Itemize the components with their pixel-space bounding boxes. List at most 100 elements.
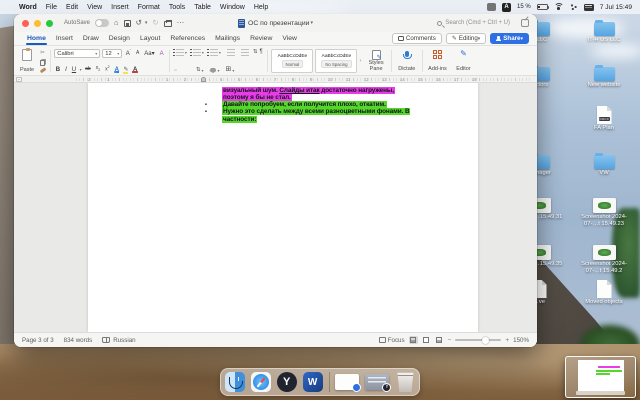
- menu-item-table[interactable]: Table: [194, 4, 211, 11]
- style-no-spacing[interactable]: AaBbCcDdEe No Spacing: [315, 49, 358, 73]
- comments-button[interactable]: Comments: [391, 33, 442, 44]
- display-icon[interactable]: [583, 3, 594, 11]
- web-layout-view-button[interactable]: [435, 336, 444, 344]
- subscript-button[interactable]: x2: [94, 66, 101, 73]
- desktop-icon[interactable]: Moved objects: [577, 280, 631, 306]
- page-indicator[interactable]: Page 3 of 3: [22, 337, 54, 344]
- justify-button[interactable]: [189, 69, 192, 71]
- dock-yandex-icon[interactable]: Y: [276, 372, 297, 392]
- font-color-button[interactable]: A: [131, 67, 139, 73]
- battery-icon[interactable]: [536, 4, 549, 10]
- desktop-icon[interactable]: Screenshot 2024-07-…t 15.49.2: [577, 243, 631, 274]
- bullets-button[interactable]: ▾: [173, 49, 189, 56]
- dictate-button[interactable]: Dictate: [396, 48, 418, 74]
- menu-item-insert[interactable]: Insert: [111, 4, 129, 11]
- italic-button[interactable]: I: [64, 67, 69, 73]
- minimize-button[interactable]: [34, 19, 41, 27]
- screenshot-preview-thumbnail[interactable]: [565, 356, 636, 398]
- print-icon[interactable]: [163, 19, 173, 27]
- dock-safari-icon[interactable]: [250, 372, 271, 392]
- font-name-select[interactable]: Calibri ▾: [54, 49, 101, 58]
- shrink-font-button[interactable]: A: [134, 51, 140, 56]
- doc-line[interactable]: частности:: [205, 115, 410, 123]
- menu-item-format[interactable]: Format: [138, 4, 160, 11]
- zoom-out-button[interactable]: −: [448, 337, 452, 344]
- highlight-color-button[interactable]: ✎: [122, 66, 129, 74]
- doc-line[interactable]: • Давайте попробуем, если получится плохо…: [205, 101, 410, 109]
- search-field[interactable]: Search (Cmd + Ctrl + U): [437, 20, 510, 26]
- grow-font-button[interactable]: Aˆ: [124, 49, 132, 57]
- tab-view[interactable]: View: [277, 33, 302, 45]
- zoom-button[interactable]: [46, 19, 53, 27]
- dock-minimized-browser-icon[interactable]: [365, 374, 392, 392]
- title-chevron-icon[interactable]: ▾: [310, 20, 313, 26]
- menu-item-file[interactable]: File: [46, 4, 57, 11]
- text-effects-button[interactable]: A: [113, 67, 120, 73]
- desktop-icon[interactable]: Screenshot 2024-07-…t 15.49.23: [577, 196, 631, 227]
- numbering-button[interactable]: ▾: [190, 49, 206, 56]
- menu-item-edit[interactable]: Edit: [66, 4, 78, 11]
- menu-item-view[interactable]: View: [87, 4, 102, 11]
- tab-design[interactable]: Design: [104, 33, 135, 45]
- menu-item-help[interactable]: Help: [254, 4, 268, 11]
- compose-icon[interactable]: [521, 19, 529, 27]
- superscript-button[interactable]: x2: [104, 65, 111, 73]
- paste-button[interactable]: Paste: [18, 48, 36, 74]
- horizontal-ruler[interactable]: ⌐ 21123456789101112131415161718: [14, 76, 537, 83]
- copy-icon[interactable]: [40, 59, 46, 66]
- strikethrough-button[interactable]: ab: [84, 67, 93, 72]
- tab-layout[interactable]: Layout: [135, 33, 165, 45]
- show-paragraph-marks-button[interactable]: ¶: [260, 49, 263, 55]
- underline-button[interactable]: U: [70, 67, 77, 73]
- bold-button[interactable]: B: [54, 67, 61, 73]
- dock-minimized-document-icon[interactable]: [335, 374, 362, 392]
- shading-button[interactable]: ▾: [207, 67, 221, 73]
- desktop-icon[interactable]: VW: [577, 152, 631, 177]
- addins-button[interactable]: Add-ins: [426, 48, 448, 74]
- tab-insert[interactable]: Insert: [51, 33, 78, 45]
- close-button[interactable]: [22, 19, 29, 27]
- menu-item-word[interactable]: Word: [19, 4, 37, 11]
- wifi-icon[interactable]: [553, 3, 564, 11]
- input-source-icon[interactable]: A: [502, 2, 512, 12]
- editor-button[interactable]: ✎ Editor: [452, 48, 474, 74]
- multilevel-list-button[interactable]: ▾: [207, 49, 223, 56]
- tab-home[interactable]: Home: [22, 33, 51, 45]
- format-painter-icon[interactable]: [39, 67, 46, 74]
- print-layout-view-button[interactable]: [408, 336, 418, 344]
- menubar-clock[interactable]: 7 Jul 15:49: [600, 4, 632, 11]
- share-button[interactable]: Share ▾: [490, 33, 529, 44]
- dock-word-icon[interactable]: W: [302, 372, 323, 392]
- cut-icon[interactable]: ✂: [40, 50, 46, 57]
- tab-references[interactable]: References: [165, 33, 210, 45]
- menu-item-window[interactable]: Window: [220, 4, 245, 11]
- desktop-icon[interactable]: DOCX FA Plan: [577, 106, 631, 132]
- tab-draw[interactable]: Draw: [78, 33, 104, 45]
- zoom-in-button[interactable]: +: [505, 337, 509, 344]
- document-title[interactable]: ОС по презентации: [248, 20, 309, 27]
- tab-selector-icon[interactable]: ⌐: [16, 76, 22, 82]
- autosave-toggle[interactable]: [95, 19, 110, 27]
- style-normal[interactable]: AaBbCcDdEe Normal: [271, 49, 314, 73]
- dock-finder-icon[interactable]: [224, 372, 245, 392]
- menu-extra-icon[interactable]: [487, 3, 497, 11]
- more-commands-icon[interactable]: ⋯: [177, 19, 185, 27]
- change-case-button[interactable]: Aa▾: [143, 51, 156, 57]
- align-left-button[interactable]: [173, 69, 177, 71]
- document-page[interactable]: визуальный шум. Слайды итак достаточно н…: [88, 83, 478, 332]
- align-center-button[interactable]: [179, 69, 182, 71]
- align-right-button[interactable]: [184, 69, 187, 71]
- desktop-icon[interactable]: New website: [577, 64, 631, 89]
- line-spacing-button[interactable]: ⇅ ▾: [194, 67, 206, 73]
- zoom-slider[interactable]: [455, 336, 502, 344]
- language-selector[interactable]: Russian: [102, 337, 136, 344]
- zoom-level[interactable]: 150%: [513, 337, 529, 344]
- editing-button[interactable]: ✎ Editing ▾: [445, 33, 487, 44]
- home-icon[interactable]: ⌂: [114, 19, 119, 27]
- word-count[interactable]: 834 words: [64, 337, 93, 344]
- menu-item-tools[interactable]: Tools: [169, 4, 185, 11]
- decrease-indent-button[interactable]: [225, 49, 237, 56]
- clear-formatting-button[interactable]: A: [158, 51, 165, 57]
- doc-line[interactable]: • Нужно это сделать между всеми разноцвет…: [205, 108, 411, 116]
- styles-gallery-more-icon[interactable]: ›: [359, 58, 361, 64]
